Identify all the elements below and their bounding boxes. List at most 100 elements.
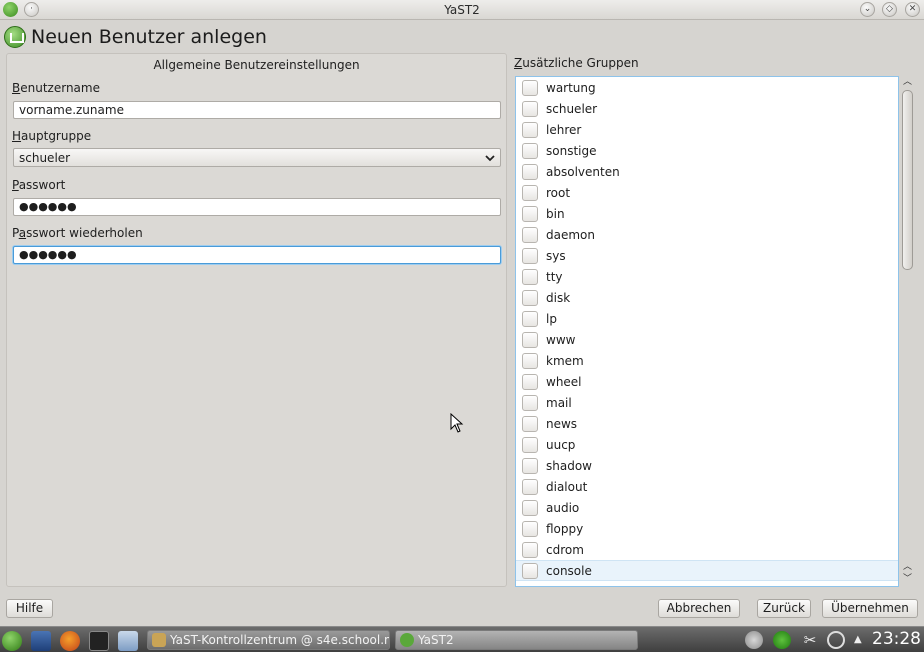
task-yast-control-center[interactable]: YaST-Kontrollzentrum @ s4e.school.ne [147, 630, 390, 650]
group-checkbox[interactable] [522, 478, 538, 495]
group-checkbox[interactable] [522, 436, 538, 453]
group-checkbox[interactable] [522, 373, 538, 390]
password-repeat-field[interactable]: ●●●●●● [13, 246, 501, 264]
terminal-icon[interactable] [89, 631, 109, 651]
group-item-audio[interactable]: audio [516, 497, 898, 518]
group-checkbox[interactable] [522, 142, 538, 159]
group-label: mail [546, 395, 572, 410]
group-checkbox[interactable] [522, 121, 538, 138]
group-checkbox[interactable] [522, 541, 538, 558]
group-checkbox[interactable] [522, 352, 538, 369]
scroll-down-icon[interactable]: ﹀ [902, 574, 913, 585]
file-manager-icon[interactable] [118, 631, 138, 651]
groups-scrollbar[interactable]: ︿ ︿ ﹀ [900, 76, 915, 587]
group-checkbox[interactable] [522, 226, 538, 243]
group-label: shadow [546, 458, 592, 473]
group-item-sys[interactable]: sys [516, 245, 898, 266]
group-label: cdrom [546, 542, 584, 557]
group-label: lp [546, 311, 557, 326]
group-item-floppy[interactable]: floppy [516, 518, 898, 539]
group-item-dialout[interactable]: dialout [516, 476, 898, 497]
group-item-uucp[interactable]: uucp [516, 434, 898, 455]
group-checkbox[interactable] [522, 205, 538, 222]
group-checkbox[interactable] [522, 415, 538, 432]
group-label: lehrer [546, 122, 582, 137]
additional-groups-label: Zusätzliche Gruppen [514, 56, 639, 70]
back-button[interactable]: Zurück [757, 599, 811, 618]
group-checkbox[interactable] [522, 394, 538, 411]
klipper-icon[interactable]: ✂ [801, 631, 819, 649]
scrollbar-thumb[interactable] [902, 90, 913, 270]
group-checkbox[interactable] [522, 247, 538, 264]
group-item-wartung[interactable]: wartung [516, 77, 898, 98]
group-item-absolventen[interactable]: absolventen [516, 161, 898, 182]
minimize-button[interactable]: ⌄ [860, 2, 875, 17]
clock[interactable]: 23:28 [872, 629, 921, 649]
password-repeat-label: Passwort wiederholen [12, 226, 143, 240]
close-button[interactable]: ✕ [905, 2, 920, 17]
page-title: Neuen Benutzer anlegen [31, 26, 267, 48]
update-notifier-icon[interactable] [773, 631, 791, 649]
group-checkbox[interactable] [522, 163, 538, 180]
group-checkbox[interactable] [522, 331, 538, 348]
scroll-down-icon-upper[interactable]: ︿ [902, 562, 913, 573]
group-checkbox[interactable] [522, 520, 538, 537]
mouse-cursor-icon [450, 413, 464, 433]
group-checkbox[interactable] [522, 79, 538, 96]
group-item-kmem[interactable]: kmem [516, 350, 898, 371]
group-item-cdrom[interactable]: cdrom [516, 539, 898, 560]
group-label: bin [546, 206, 565, 221]
apply-button[interactable]: Übernehmen [822, 599, 918, 618]
group-item-wheel[interactable]: wheel [516, 371, 898, 392]
firefox-icon[interactable] [60, 631, 80, 651]
panel-title: Allgemeine Benutzereinstellungen [153, 58, 360, 72]
group-checkbox[interactable] [522, 499, 538, 516]
scroll-up-icon[interactable]: ︿ [902, 77, 913, 88]
group-item-shadow[interactable]: shadow [516, 455, 898, 476]
desktop-icon[interactable] [31, 631, 51, 651]
group-checkbox[interactable] [522, 289, 538, 306]
task-yast2[interactable]: YaST2 [395, 630, 638, 650]
task-label: YaST2 [418, 633, 454, 647]
group-item-bin[interactable]: bin [516, 203, 898, 224]
main-group-label: Hauptgruppe [12, 129, 92, 143]
tray-expand-icon[interactable]: ▲ [854, 631, 864, 649]
group-item-news[interactable]: news [516, 413, 898, 434]
help-button[interactable]: Hilfe [6, 599, 53, 618]
additional-groups-list[interactable]: wartung schueler lehrer sonstige absolventen… [515, 76, 899, 587]
group-item-sonstige[interactable]: sonstige [516, 140, 898, 161]
group-checkbox[interactable] [522, 100, 538, 117]
task-label: YaST-Kontrollzentrum @ s4e.school.ne [170, 633, 390, 647]
group-item-schueler[interactable]: schueler [516, 98, 898, 119]
group-checkbox[interactable] [522, 310, 538, 327]
group-item-www[interactable]: www [516, 329, 898, 350]
maximize-button[interactable]: ◇ [882, 2, 897, 17]
kde-menu-icon[interactable] [2, 631, 22, 651]
group-checkbox[interactable] [522, 457, 538, 474]
group-label: news [546, 416, 578, 431]
group-item-lehrer[interactable]: lehrer [516, 119, 898, 140]
username-field[interactable]: vorname.zuname [13, 101, 501, 119]
info-icon[interactable] [745, 631, 763, 649]
group-checkbox[interactable] [522, 184, 538, 201]
taskbar: YaST-Kontrollzentrum @ s4e.school.ne YaS… [0, 626, 924, 652]
main-group-select[interactable]: schueler [13, 148, 501, 167]
group-label: uucp [546, 437, 576, 452]
group-item-console[interactable]: console [516, 560, 898, 581]
group-label: floppy [546, 521, 584, 536]
password-field[interactable]: ●●●●●● [13, 198, 501, 216]
cancel-button[interactable]: Abbrechen [658, 599, 740, 618]
yast2-task-icon [400, 633, 414, 647]
username-label: Benutzername [12, 81, 100, 95]
group-label: disk [546, 290, 571, 305]
group-item-mail[interactable]: mail [516, 392, 898, 413]
group-item-daemon[interactable]: daemon [516, 224, 898, 245]
window-title: YaST2 [444, 3, 480, 17]
group-checkbox[interactable] [522, 562, 538, 579]
group-item-tty[interactable]: tty [516, 266, 898, 287]
group-item-root[interactable]: root [516, 182, 898, 203]
group-checkbox[interactable] [522, 268, 538, 285]
network-icon[interactable] [827, 631, 845, 649]
group-item-lp[interactable]: lp [516, 308, 898, 329]
group-item-disk[interactable]: disk [516, 287, 898, 308]
